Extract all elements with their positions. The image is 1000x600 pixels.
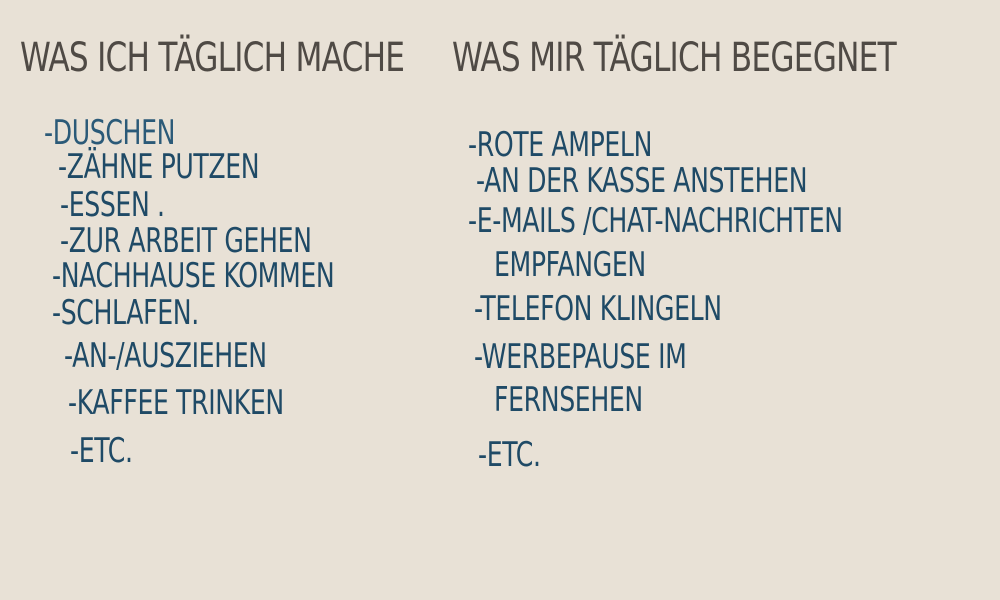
list-item: -ETC. xyxy=(70,431,133,471)
list-item: -NACHHAUSE KOMMEN xyxy=(52,256,335,296)
list-item: -ESSEN . xyxy=(60,185,165,225)
note-canvas: WAS ICH TÄGLICH MACHE WAS MIR TÄGLICH BE… xyxy=(0,0,1000,600)
list-item: -ZUR ARBEIT GEHEN xyxy=(60,221,312,261)
list-item: FERNSEHEN xyxy=(494,380,643,420)
list-item: -ETC. xyxy=(478,435,541,475)
list-item: -DUSCHEN xyxy=(44,113,176,153)
list-item: -WERBEPAUSE IM xyxy=(474,337,687,377)
list-item: -AN DER KASSE ANSTEHEN xyxy=(476,161,808,201)
list-item: -ROTE AMPELN xyxy=(468,125,653,165)
list-item: -E-MAILS /CHAT-NACHRICHTEN xyxy=(468,201,843,241)
list-item: -AN-/AUSZIEHEN xyxy=(64,336,267,376)
list-item: -SCHLAFEN. xyxy=(52,293,199,333)
list-item: -ZÄHNE PUTZEN xyxy=(58,147,260,187)
list-item: -KAFFEE TRINKEN xyxy=(68,383,284,423)
right-column-heading: WAS MIR TÄGLICH BEGEGNET xyxy=(452,35,897,81)
list-item: EMPFANGEN xyxy=(494,245,646,285)
list-item: -TELEFON KLINGELN xyxy=(474,289,722,329)
left-column-heading: WAS ICH TÄGLICH MACHE xyxy=(20,35,405,81)
